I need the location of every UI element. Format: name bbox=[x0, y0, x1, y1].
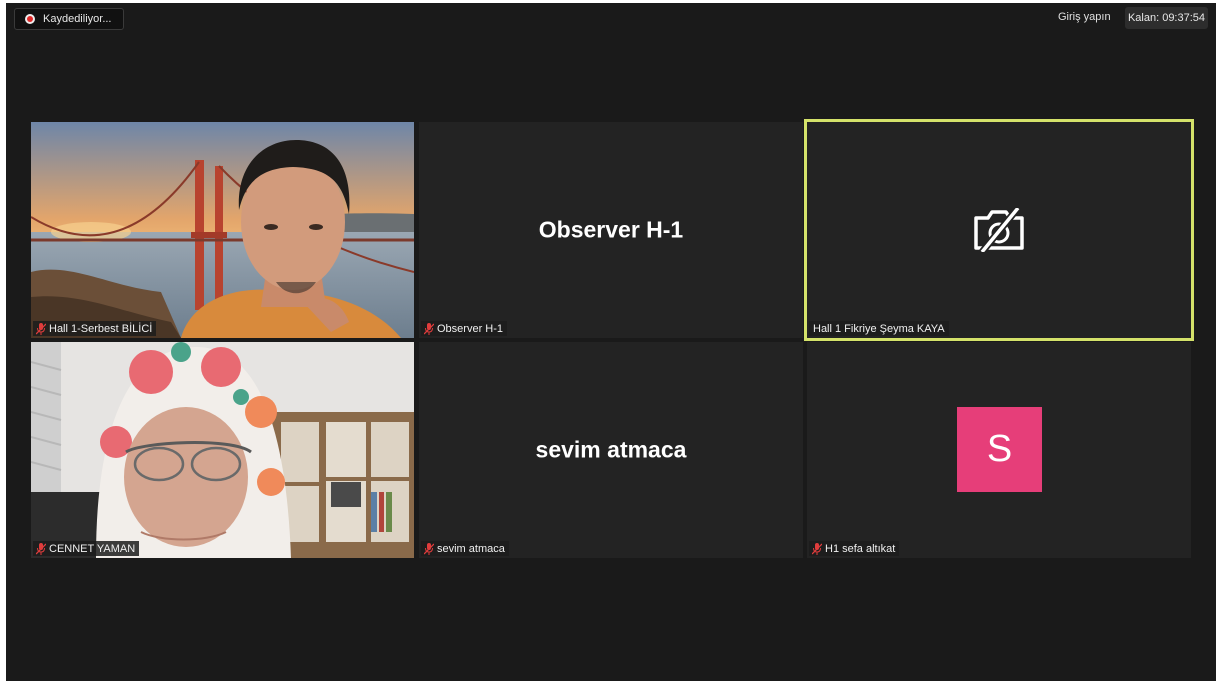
video-tile-serbest[interactable]: Hall 1-Serbest BİLİCİ bbox=[31, 122, 414, 338]
video-tile-cennet[interactable]: CENNET YAMAN bbox=[31, 342, 414, 558]
participant-name-tag: H1 sefa altıkat bbox=[809, 541, 900, 556]
video-tile-observer[interactable]: Observer H-1 Observer H-1 bbox=[419, 122, 803, 338]
participant-name: CENNET YAMAN bbox=[49, 542, 136, 555]
participant-name: Hall 1 Fikriye Şeyma KAYA bbox=[813, 322, 945, 335]
mic-muted-icon bbox=[812, 542, 822, 555]
mic-muted-icon bbox=[424, 322, 434, 335]
recording-label: Kaydediliyor... bbox=[43, 13, 112, 25]
participant-name-tag: CENNET YAMAN bbox=[33, 541, 140, 556]
video-tile-fikriye[interactable]: Hall 1 Fikriye Şeyma KAYA bbox=[804, 119, 1194, 341]
participant-display-name: Observer H-1 bbox=[538, 216, 684, 243]
participant-video bbox=[31, 342, 414, 558]
participant-name-tag: Hall 1 Fikriye Şeyma KAYA bbox=[809, 321, 949, 336]
remaining-time: Kalan: 09:37:54 bbox=[1125, 7, 1208, 29]
participant-display-name: sevim atmaca bbox=[535, 436, 687, 463]
participant-name: H1 sefa altıkat bbox=[825, 542, 896, 555]
participant-name: sevim atmaca bbox=[437, 542, 505, 555]
sign-in-link[interactable]: Giriş yapın bbox=[1058, 11, 1111, 23]
avatar: S bbox=[957, 407, 1042, 492]
mic-muted-icon bbox=[424, 542, 434, 555]
participant-video bbox=[31, 122, 414, 338]
video-tile-sevim[interactable]: sevim atmaca sevim atmaca bbox=[419, 342, 803, 558]
participant-name-tag: Hall 1-Serbest BİLİCİ bbox=[33, 321, 157, 336]
record-icon bbox=[25, 14, 35, 24]
meeting-window: Kaydediliyor... Giriş yapın Kalan: 09:37… bbox=[6, 3, 1216, 681]
participant-name: Observer H-1 bbox=[437, 322, 504, 335]
camera-off-icon bbox=[974, 208, 1024, 252]
mic-muted-icon bbox=[36, 322, 46, 335]
participant-name-tag: Observer H-1 bbox=[421, 321, 508, 336]
participant-name: Hall 1-Serbest BİLİCİ bbox=[49, 322, 153, 335]
recording-indicator[interactable]: Kaydediliyor... bbox=[14, 8, 124, 30]
video-tile-sefa[interactable]: S H1 sefa altıkat bbox=[807, 342, 1191, 558]
mic-muted-icon bbox=[36, 542, 46, 555]
participant-name-tag: sevim atmaca bbox=[421, 541, 509, 556]
